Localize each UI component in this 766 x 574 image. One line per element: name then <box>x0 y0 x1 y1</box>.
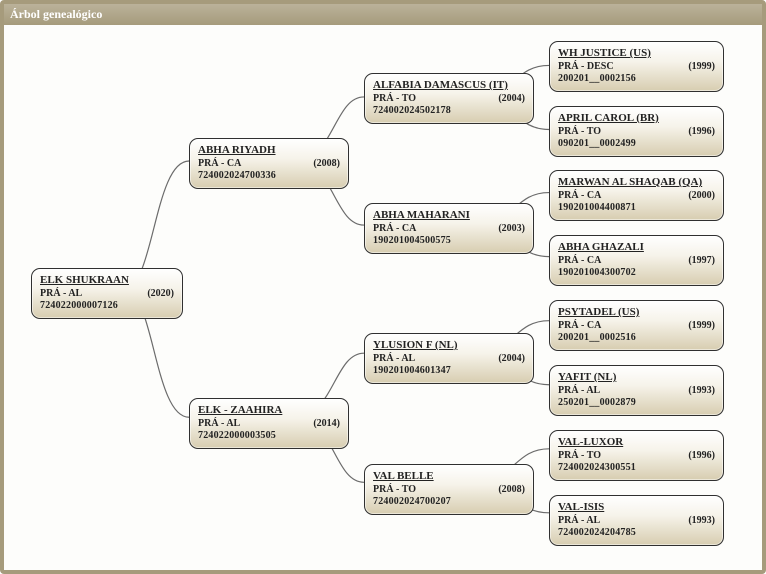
node-root[interactable]: ELK SHUKRAAN PRÁ - AL(2020) 724022000007… <box>31 268 183 319</box>
node-sdd[interactable]: ABHA GHAZALI PRÁ - CA(1997) 190201004300… <box>549 235 724 286</box>
node-sss[interactable]: WH JUSTICE (US) PRÁ - DESC(1999) 200201_… <box>549 41 724 92</box>
node-dd[interactable]: VAL BELLE PRÁ - TO(2008) 724002024700207 <box>364 464 534 515</box>
node-dsd[interactable]: YAFIT (NL) PRÁ - AL(1993) 250201__000287… <box>549 365 724 416</box>
horse-name: ELK SHUKRAAN <box>40 274 174 286</box>
node-ds[interactable]: YLUSION F (NL) PRÁ - AL(2004) 1902010046… <box>364 333 534 384</box>
pedigree-stage: ELK SHUKRAAN PRÁ - AL(2020) 724022000007… <box>4 26 762 570</box>
pedigree-panel: Árbol genealógico ELK SHUKRAA <box>0 0 766 574</box>
node-ddd[interactable]: VAL-ISIS PRÁ - AL(1993) 724002024204785 <box>549 495 724 546</box>
panel-title: Árbol genealógico <box>4 4 762 25</box>
node-dss[interactable]: PSYTADEL (US) PRÁ - CA(1999) 200201__000… <box>549 300 724 351</box>
node-sd[interactable]: ABHA MAHARANI PRÁ - CA(2003) 19020100450… <box>364 203 534 254</box>
node-sds[interactable]: MARWAN AL SHAQAB (QA) PRÁ - CA(2000) 190… <box>549 170 724 221</box>
node-ss[interactable]: ALFABIA DAMASCUS (IT) PRÁ - TO(2004) 724… <box>364 73 534 124</box>
node-sire[interactable]: ABHA RIYADH PRÁ - CA(2008) 7240020247003… <box>189 138 349 189</box>
node-dds[interactable]: VAL-LUXOR PRÁ - TO(1996) 724002024300551 <box>549 430 724 481</box>
node-ssd[interactable]: APRIL CAROL (BR) PRÁ - TO(1996) 090201__… <box>549 106 724 157</box>
node-dam[interactable]: ELK - ZAAHIRA PRÁ - AL(2014) 72402200000… <box>189 398 349 449</box>
